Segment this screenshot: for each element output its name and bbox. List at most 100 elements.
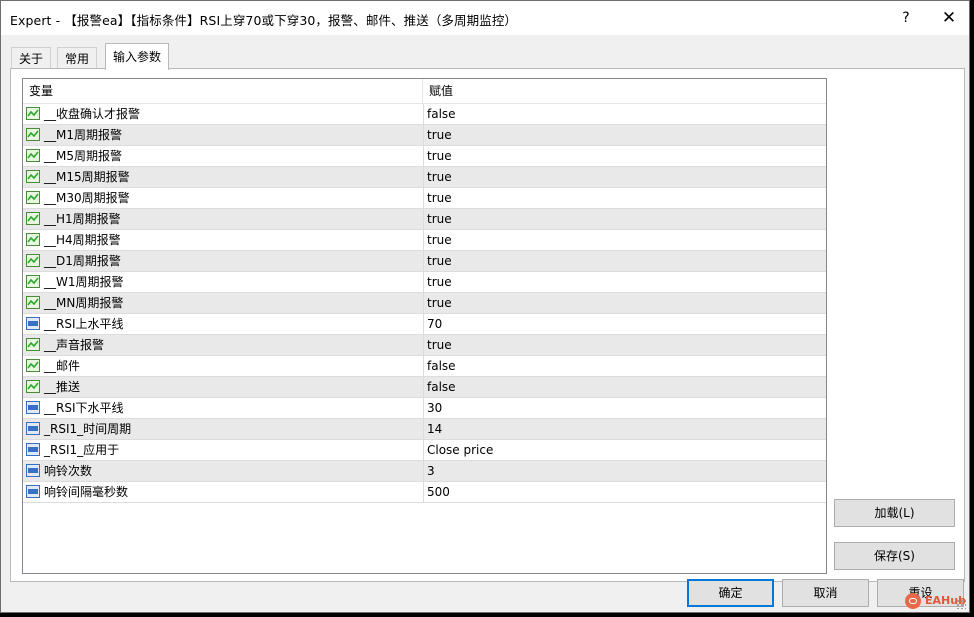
table-row[interactable]: __RSI下水平线 30	[23, 398, 826, 419]
number-icon	[26, 401, 40, 414]
parameter-name: __M1周期报警	[44, 128, 122, 142]
save-button[interactable]: 保存(S)	[834, 542, 955, 570]
parameter-value[interactable]: true	[427, 293, 452, 313]
parameter-value[interactable]: true	[427, 167, 452, 187]
column-divider	[423, 167, 424, 187]
column-divider	[423, 356, 424, 376]
parameter-name: __推送	[44, 380, 81, 394]
parameter-name: _RSI1_时间周期	[44, 422, 132, 436]
table-row[interactable]: __M1周期报警 true	[23, 125, 826, 146]
parameter-name: __M15周期报警	[44, 170, 130, 184]
parameter-value[interactable]: true	[427, 146, 452, 166]
table-row[interactable]: 响铃间隔毫秒数 500	[23, 482, 826, 503]
column-divider	[423, 293, 424, 313]
column-divider	[423, 482, 424, 502]
column-header-value[interactable]: 赋值	[423, 79, 826, 103]
column-divider	[423, 335, 424, 355]
parameter-name: __声音报警	[44, 338, 105, 352]
cancel-button[interactable]: 取消	[782, 579, 869, 607]
parameter-value[interactable]: true	[427, 125, 452, 145]
number-icon	[26, 422, 40, 435]
title-bar: Expert - 【报警ea】【指标条件】RSI上穿70或下穿30，报警、邮件、…	[1, 1, 969, 35]
column-header-variable[interactable]: 变量	[23, 79, 423, 103]
table-row[interactable]: __推送 false	[23, 377, 826, 398]
table-row[interactable]: __H4周期报警 true	[23, 230, 826, 251]
table-row[interactable]: __MN周期报警 true	[23, 293, 826, 314]
load-button[interactable]: 加载(L)	[834, 499, 955, 527]
table-row[interactable]: __邮件 false	[23, 356, 826, 377]
parameter-value[interactable]: true	[427, 230, 452, 250]
tab-about[interactable]: 关于	[11, 47, 52, 69]
parameter-value[interactable]: true	[427, 251, 452, 271]
bool-icon	[26, 233, 40, 246]
column-divider	[423, 440, 424, 460]
parameter-name: __邮件	[44, 359, 81, 373]
parameter-name: __RSI上水平线	[44, 317, 124, 331]
bool-icon	[26, 359, 40, 372]
parameter-value[interactable]: 500	[427, 482, 450, 502]
parameter-value[interactable]: true	[427, 188, 452, 208]
help-button[interactable]: ?	[886, 5, 926, 31]
bool-icon	[26, 191, 40, 204]
close-button[interactable]: ✕	[929, 5, 969, 31]
parameter-name: __MN周期报警	[44, 296, 124, 310]
bool-icon	[26, 338, 40, 351]
eahub-logo-icon	[905, 593, 921, 609]
parameter-value[interactable]: true	[427, 335, 452, 355]
tab-common[interactable]: 常用	[57, 47, 98, 69]
parameters-table[interactable]: 变量 赋值 __收盘确认才报警 false __M1周期报警 true __M5周期报警…	[22, 78, 827, 574]
bool-icon	[26, 212, 40, 225]
parameter-value[interactable]: 3	[427, 461, 435, 481]
table-row[interactable]: __W1周期报警 true	[23, 272, 826, 293]
ok-button[interactable]: 确定	[687, 579, 774, 607]
parameter-name: __收盘确认才报警	[44, 107, 141, 121]
table-row[interactable]: __声音报警 true	[23, 335, 826, 356]
parameter-value[interactable]: true	[427, 272, 452, 292]
bool-icon	[26, 254, 40, 267]
bool-icon	[26, 128, 40, 141]
parameter-name: _RSI1_应用于	[44, 443, 120, 457]
column-divider	[423, 272, 424, 292]
resize-grip-icon[interactable]	[956, 599, 966, 609]
parameter-value[interactable]: false	[427, 104, 456, 124]
table-row[interactable]: __D1周期报警 true	[23, 251, 826, 272]
column-divider	[423, 377, 424, 397]
parameter-value[interactable]: false	[427, 377, 456, 397]
parameter-value[interactable]: Close price	[427, 440, 493, 460]
table-row[interactable]: __M5周期报警 true	[23, 146, 826, 167]
table-row[interactable]: __收盘确认才报警 false	[23, 104, 826, 125]
parameter-name: 响铃次数	[44, 464, 93, 478]
bool-icon	[26, 107, 40, 120]
parameter-value[interactable]: 14	[427, 419, 442, 439]
parameter-value[interactable]: false	[427, 356, 456, 376]
expert-properties-dialog: Expert - 【报警ea】【指标条件】RSI上穿70或下穿30，报警、邮件、…	[0, 0, 970, 613]
bool-icon	[26, 296, 40, 309]
parameter-name: __RSI下水平线	[44, 401, 124, 415]
parameter-name: __H4周期报警	[44, 233, 121, 247]
table-row[interactable]: _RSI1_时间周期 14	[23, 419, 826, 440]
column-divider	[423, 419, 424, 439]
table-header: 变量 赋值	[23, 79, 826, 104]
table-row[interactable]: __M30周期报警 true	[23, 188, 826, 209]
column-divider	[423, 209, 424, 229]
parameter-name: __M30周期报警	[44, 191, 130, 205]
bool-icon	[26, 275, 40, 288]
parameter-value[interactable]: true	[427, 209, 452, 229]
table-row[interactable]: _RSI1_应用于 Close price	[23, 440, 826, 461]
inputs-panel: 变量 赋值 __收盘确认才报警 false __M1周期报警 true __M5周期报警…	[10, 68, 965, 582]
column-divider	[423, 188, 424, 208]
table-row[interactable]: __M15周期报警 true	[23, 167, 826, 188]
number-icon	[26, 464, 40, 477]
tab-inputs[interactable]: 输入参数	[105, 43, 170, 70]
column-divider	[423, 461, 424, 481]
column-divider	[423, 230, 424, 250]
column-divider	[423, 398, 424, 418]
parameter-value[interactable]: 70	[427, 314, 442, 334]
parameter-value[interactable]: 30	[427, 398, 442, 418]
table-row[interactable]: 响铃次数 3	[23, 461, 826, 482]
bool-icon	[26, 170, 40, 183]
table-row[interactable]: __RSI上水平线 70	[23, 314, 826, 335]
number-icon	[26, 485, 40, 498]
table-row[interactable]: __H1周期报警 true	[23, 209, 826, 230]
column-divider	[423, 314, 424, 334]
